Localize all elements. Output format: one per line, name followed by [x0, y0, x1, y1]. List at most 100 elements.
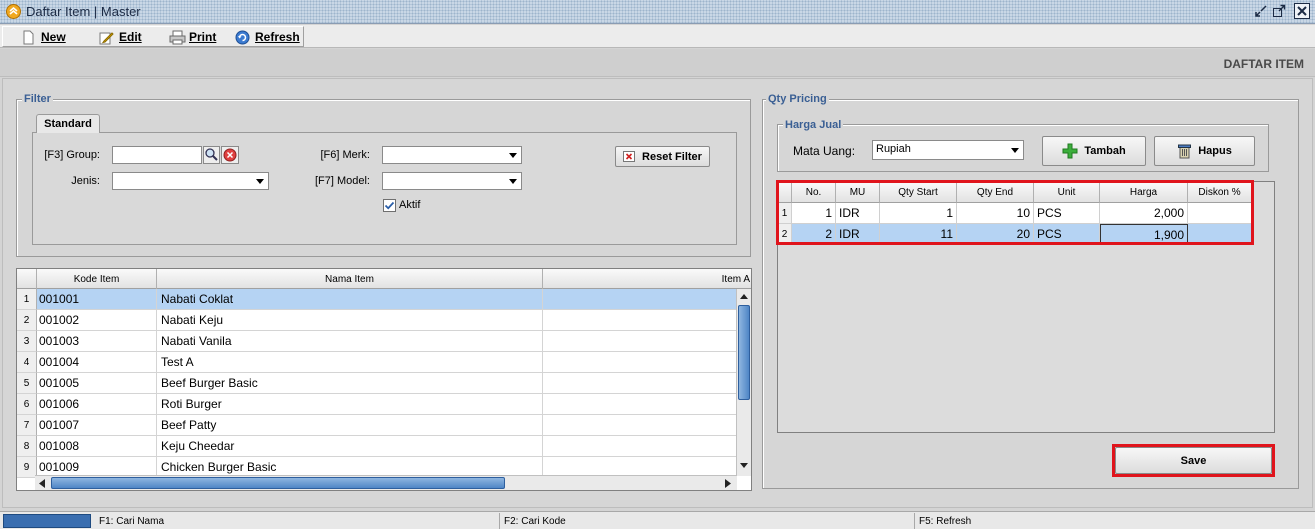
new-button[interactable]: New — [17, 27, 70, 47]
scroll-down-arrow-icon[interactable] — [739, 463, 749, 469]
items-horizontal-scrollbar[interactable] — [35, 475, 737, 490]
cell-nama-item[interactable]: Nabati Coklat — [157, 289, 543, 310]
cell-nama-item[interactable]: Test A — [157, 352, 543, 373]
row-number: 7 — [17, 415, 37, 436]
cell-kode-item[interactable]: 001003 — [37, 331, 157, 352]
table-row[interactable]: 5 001005 Beef Burger Basic — [17, 373, 737, 394]
status-bar: F1: Cari Nama F2: Cari Kode F5: Refresh — [0, 511, 1315, 529]
group-input[interactable] — [112, 146, 202, 164]
cell-item-a[interactable] — [543, 415, 737, 436]
cell-kode-item[interactable]: 001007 — [37, 415, 157, 436]
cell-item-a[interactable] — [543, 289, 737, 310]
items-grid-header: Kode Item Nama Item Item A — [17, 269, 751, 289]
column-header-item-a[interactable]: Item A — [543, 269, 751, 289]
app-icon — [6, 4, 21, 19]
group-label: [F3] Group: — [44, 149, 100, 161]
cell-nama-item[interactable]: Roti Burger — [157, 394, 543, 415]
cell-kode-item[interactable]: 001006 — [37, 394, 157, 415]
table-row[interactable]: 6 001006 Roti Burger — [17, 394, 737, 415]
mata-uang-select[interactable]: Rupiah — [872, 140, 1024, 160]
toolbar-button-group: New Edit Print Refresh — [2, 26, 304, 47]
cell-nama-item[interactable]: Nabati Vanila — [157, 331, 543, 352]
row-number: 5 — [17, 373, 37, 394]
group-clear-button[interactable] — [221, 146, 239, 164]
close-icon[interactable] — [1294, 3, 1310, 19]
qty-pricing-title: Qty Pricing — [766, 93, 829, 105]
column-header-nama[interactable]: Nama Item — [157, 269, 543, 289]
tambah-button[interactable]: Tambah — [1042, 136, 1146, 166]
hapus-label: Hapus — [1198, 145, 1232, 157]
search-icon — [205, 148, 218, 161]
tab-standard[interactable]: Standard — [36, 114, 100, 133]
cell-item-a[interactable] — [543, 310, 737, 331]
table-row[interactable]: 2 001002 Nabati Keju — [17, 310, 737, 331]
pricing-grid-highlight — [776, 180, 1254, 245]
row-number-header — [17, 269, 37, 289]
items-vertical-scrollbar[interactable] — [736, 289, 751, 476]
table-row[interactable]: 3 001003 Nabati Vanila — [17, 331, 737, 352]
page-title: DAFTAR ITEM — [1223, 57, 1304, 71]
cell-nama-item[interactable]: Nabati Keju — [157, 310, 543, 331]
window-title: Daftar Item | Master — [26, 4, 141, 19]
mata-uang-value: Rupiah — [876, 143, 911, 155]
merk-select[interactable] — [382, 146, 522, 164]
save-button-highlight — [1112, 444, 1275, 477]
cell-kode-item[interactable]: 001004 — [37, 352, 157, 373]
plus-icon — [1062, 143, 1078, 159]
row-number: 3 — [17, 331, 37, 352]
maximize-icon[interactable] — [1271, 3, 1287, 19]
edit-pencil-icon — [99, 30, 114, 45]
reset-filter-button[interactable]: Reset Filter — [615, 146, 710, 167]
cell-kode-item[interactable]: 001005 — [37, 373, 157, 394]
items-horizontal-scroll-thumb[interactable] — [51, 477, 505, 489]
jenis-select[interactable] — [112, 172, 269, 190]
minimize-icon[interactable] — [1253, 3, 1269, 19]
edit-button[interactable]: Edit — [95, 27, 146, 47]
reset-filter-label: Reset Filter — [642, 150, 702, 163]
cell-nama-item[interactable]: Keju Cheedar — [157, 436, 543, 457]
print-label: Print — [189, 30, 217, 44]
title-bar — [0, 0, 1315, 24]
trash-icon — [1178, 144, 1192, 159]
cell-kode-item[interactable]: 001008 — [37, 436, 157, 457]
scroll-left-arrow-icon[interactable] — [39, 479, 45, 488]
cell-item-a[interactable] — [543, 436, 737, 457]
cell-item-a[interactable] — [543, 331, 737, 352]
model-select[interactable] — [382, 172, 522, 190]
new-label: New — [41, 30, 66, 44]
row-number: 6 — [17, 394, 37, 415]
scroll-right-arrow-icon[interactable] — [725, 479, 731, 488]
column-header-kode[interactable]: Kode Item — [37, 269, 157, 289]
refresh-icon — [235, 30, 250, 45]
chevron-down-icon — [1011, 148, 1019, 153]
jenis-label: Jenis: — [71, 175, 100, 187]
refresh-button[interactable]: Refresh — [231, 27, 304, 47]
printer-icon — [169, 30, 186, 45]
status-f1: F1: Cari Nama — [95, 513, 500, 529]
cell-item-a[interactable] — [543, 373, 737, 394]
tambah-label: Tambah — [1084, 145, 1126, 157]
row-number: 2 — [17, 310, 37, 331]
table-row[interactable]: 1 001001 Nabati Coklat — [17, 289, 737, 310]
cell-nama-item[interactable]: Beef Burger Basic — [157, 373, 543, 394]
mata-uang-label: Mata Uang: — [793, 144, 856, 158]
cell-kode-item[interactable]: 001001 — [37, 289, 157, 310]
chevron-down-icon — [509, 153, 517, 158]
model-label: [F7] Model: — [314, 175, 370, 187]
chevron-down-icon — [509, 179, 517, 184]
group-search-button[interactable] — [203, 146, 220, 164]
aktif-checkbox[interactable] — [383, 199, 396, 212]
hapus-button[interactable]: Hapus — [1154, 136, 1255, 166]
table-row[interactable]: 4 001004 Test A — [17, 352, 737, 373]
table-row[interactable]: 8 001008 Keju Cheedar — [17, 436, 737, 457]
cell-item-a[interactable] — [543, 352, 737, 373]
scroll-up-arrow-icon[interactable] — [739, 293, 749, 299]
row-number: 8 — [17, 436, 37, 457]
cell-kode-item[interactable]: 001002 — [37, 310, 157, 331]
cell-item-a[interactable] — [543, 394, 737, 415]
table-row[interactable]: 7 001007 Beef Patty — [17, 415, 737, 436]
print-button[interactable]: Print — [165, 27, 220, 47]
cell-nama-item[interactable]: Beef Patty — [157, 415, 543, 436]
items-vertical-scroll-thumb[interactable] — [738, 305, 750, 400]
row-number: 4 — [17, 352, 37, 373]
